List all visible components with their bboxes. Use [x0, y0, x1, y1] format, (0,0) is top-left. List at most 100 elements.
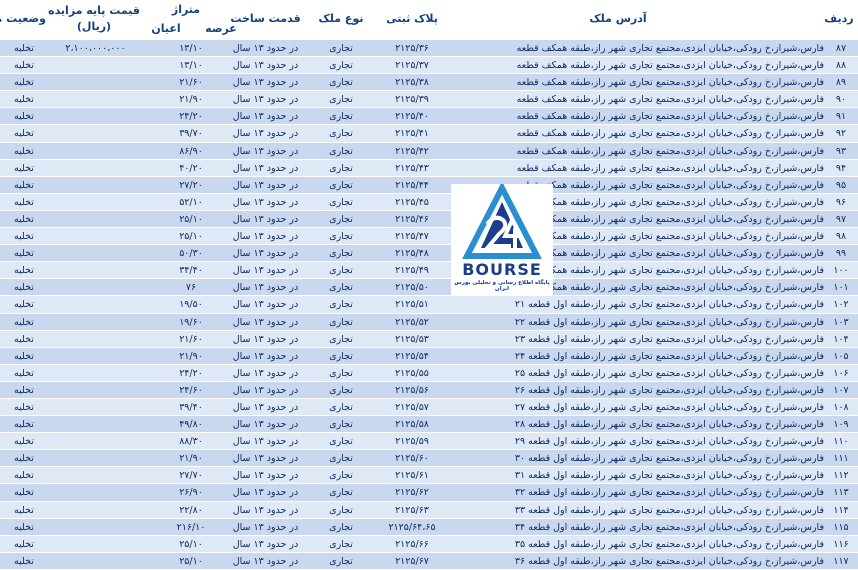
cell-build-age: در حدود ۱۳ سال: [232, 179, 299, 191]
cell-property-type: تجاری: [329, 111, 353, 123]
cell-base-price: [48, 108, 143, 125]
table-row: ۹۷ فارس،شیراز،خ رودکی،خیابان ایزدی،مجتمع …: [0, 210, 858, 229]
cell-plate: ۲۱۲۵/۳۶: [395, 43, 429, 54]
table-row: ۱۰۳ فارس،شیراز،خ رودکی،خیابان ایزدی،مجتمع…: [0, 313, 858, 331]
cell-build-age: در حدود ۱۳ سال: [232, 128, 299, 140]
table-row: ۱۱۷ فارس،شیراز،خ رودکی،خیابان ایزدی،مجتمع…: [0, 552, 858, 570]
cell-row-number: ۱۰۳: [833, 316, 849, 328]
cell-build-age: در حدود ۱۳ سال: [232, 77, 299, 89]
table-row: ۱۰۵ فارس،شیراز،خ رودکی،خیابان ایزدی،مجتمع…: [0, 347, 858, 365]
cell-status: تخلیه: [14, 316, 34, 328]
cell-plate: ۲۱۲۵/۴۱: [395, 128, 429, 140]
cell-build-age: در حدود ۱۳ سال: [232, 299, 299, 311]
cell-plate: ۲۱۲۵/۶۰: [395, 453, 429, 465]
cell-address: فارس،شیراز،خ رودکی،خیابان ایزدی،مجتمع تج…: [514, 162, 824, 174]
cell-area: ۲۱/۶۰: [179, 77, 203, 89]
cell-property-type: تجاری: [329, 521, 353, 533]
cell-row-number: ۱۰۸: [833, 401, 849, 413]
cell-address: فارس،شیراز،خ رودکی،خیابان ایزدی،مجتمع تج…: [514, 60, 824, 72]
cell-status: تخلیه: [14, 453, 34, 465]
cell-base-price: [48, 143, 143, 160]
cell-address: فارس،شیراز،خ رودکی،خیابان ایزدی،مجتمع تج…: [514, 265, 824, 277]
cell-row-number: ۹۴: [835, 162, 847, 174]
cell-base-price: [48, 228, 143, 245]
cell-property-type: تجاری: [329, 316, 353, 328]
cell-row-number: ۱۰۲: [833, 299, 849, 311]
cell-plate: ۲۱۲۵/۵۶: [395, 384, 429, 396]
cell-plate: ۲۱۲۵/۳۷: [395, 60, 429, 72]
cell-property-type: تجاری: [329, 77, 353, 89]
cell-address: فارس،شیراز،خ رودکی،خیابان ایزدی،مجتمع تج…: [514, 504, 824, 516]
cell-build-age: در حدود ۱۳ سال: [232, 436, 299, 448]
cell-area: ۴۹/۸۰: [179, 419, 203, 431]
cell-row-number: ۹۶: [835, 196, 847, 208]
cell-row-number: ۹۲: [835, 128, 847, 140]
cell-plate: ۲۱۲۵/۴۰: [395, 111, 429, 123]
cell-status: تخلیه: [14, 145, 34, 157]
cell-base-price: [48, 502, 143, 519]
table-row: ۱۰۱ فارس،شیراز،خ رودکی،خیابان ایزدی،مجتمع…: [0, 279, 858, 297]
table-row: ۱۱۲ فارس،شیراز،خ رودکی،خیابان ایزدی،مجتمع…: [0, 467, 858, 485]
cell-row-number: ۹۹: [835, 248, 847, 260]
cell-base-price: [48, 519, 143, 536]
cell-address: فارس،شیراز،خ رودکی،خیابان ایزدی،مجتمع تج…: [514, 111, 824, 123]
cell-build-age: در حدود ۱۳ سال: [232, 196, 299, 208]
cell-address: فارس،شیراز،خ رودکی،خیابان ایزدی،مجتمع تج…: [514, 213, 824, 225]
cell-plate: ۲۱۲۵/۶۶: [395, 538, 429, 550]
cell-area: ۲۱/۹۰: [179, 350, 203, 362]
cell-build-age: در حدود ۱۳ سال: [232, 521, 299, 533]
header-type: نوع ملک: [318, 12, 364, 25]
cell-base-price: [48, 382, 143, 399]
cell-area: ۵۲/۱۰: [179, 196, 203, 208]
cell-plate: ۲۱۲۵/۴۷: [395, 231, 429, 243]
cell-plate: ۲۱۲۵/۵۸: [395, 419, 429, 431]
cell-base-price: [48, 57, 143, 74]
cell-plate: ۲۱۲۵/۵۲: [395, 316, 429, 328]
cell-status: تخلیه: [14, 436, 34, 448]
cell-property-type: تجاری: [329, 436, 353, 448]
cell-plate: ۲۱۲۵/۵۹: [395, 436, 429, 448]
table-row: ۱۱۵ فارس،شیراز،خ رودکی،خیابان ایزدی،مجتمع…: [0, 518, 858, 536]
logo-tagline: پایگاه اطلاع رسانی و تحلیلی بورس ایران: [454, 280, 550, 292]
cell-status: تخلیه: [14, 196, 34, 208]
cell-address: فارس،شیراز،خ رودکی،خیابان ایزدی،مجتمع تج…: [514, 487, 824, 499]
cell-base-price: [48, 177, 143, 194]
cell-status: تخلیه: [14, 111, 34, 123]
cell-build-age: در حدود ۱۳ سال: [232, 94, 299, 106]
cell-property-type: تجاری: [329, 470, 353, 482]
cell-address: فارس،شیراز،خ رودکی،خیابان ایزدی،مجتمع تج…: [514, 248, 824, 260]
cell-property-type: تجاری: [329, 504, 353, 516]
cell-property-type: تجاری: [329, 384, 353, 396]
cell-row-number: ۱۱۰: [833, 436, 849, 448]
table-row: ۹۸ فارس،شیراز،خ رودکی،خیابان ایزدی،مجتمع …: [0, 228, 858, 246]
cell-base-price: [48, 314, 143, 331]
cell-row-number: ۹۳: [835, 145, 847, 157]
table-row: ۸۷ فارس،شیراز،خ رودکی،خیابان ایزدی،مجتمع …: [0, 40, 858, 58]
property-table-body: ۸۷ فارس،شیراز،خ رودکی،خیابان ایزدی،مجتمع …: [0, 40, 858, 570]
table-row: ۱۰۹ فارس،شیراز،خ رودکی،خیابان ایزدی،مجتمع…: [0, 416, 858, 434]
cell-property-type: تجاری: [329, 43, 353, 54]
cell-status: تخلیه: [14, 60, 34, 72]
table-row: ۱۱۶ فارس،شیراز،خ رودکی،خیابان ایزدی،مجتمع…: [0, 535, 858, 553]
table-row: ۱۱۴ فارس،شیراز،خ رودکی،خیابان ایزدی،مجتمع…: [0, 501, 858, 519]
cell-row-number: ۹۵: [835, 179, 847, 191]
table-row: ۱۰۰ فارس،شیراز،خ رودکی،خیابان ایزدی،مجتمع…: [0, 262, 858, 280]
bourse-logo: BOURSE پایگاه اطلاع رسانی و تحلیلی بورس …: [451, 181, 553, 296]
cell-row-number: ۹۰: [835, 94, 847, 106]
cell-area: ۲۱/۹۰: [179, 453, 203, 465]
cell-area: ۲۵/۱۰: [179, 555, 203, 567]
cell-address: فارس،شیراز،خ رودکی،خیابان ایزدی،مجتمع تج…: [514, 419, 824, 431]
cell-property-type: تجاری: [329, 265, 353, 277]
cell-status: تخلیه: [14, 162, 34, 174]
cell-status: تخلیه: [14, 487, 34, 499]
cell-address: فارس،شیراز،خ رودکی،خیابان ایزدی،مجتمع تج…: [514, 94, 824, 106]
cell-row-number: ۱۱۳: [833, 487, 849, 499]
cell-address: فارس،شیراز،خ رودکی،خیابان ایزدی،مجتمع تج…: [514, 316, 824, 328]
cell-status: تخلیه: [14, 384, 34, 396]
cell-status: تخلیه: [14, 231, 34, 243]
cell-build-age: در حدود ۱۳ سال: [232, 384, 299, 396]
cell-build-age: در حدود ۱۳ سال: [232, 401, 299, 413]
cell-base-price: [48, 467, 143, 484]
cell-area: ۲۴/۲۰: [179, 367, 203, 379]
cell-property-type: تجاری: [329, 333, 353, 345]
